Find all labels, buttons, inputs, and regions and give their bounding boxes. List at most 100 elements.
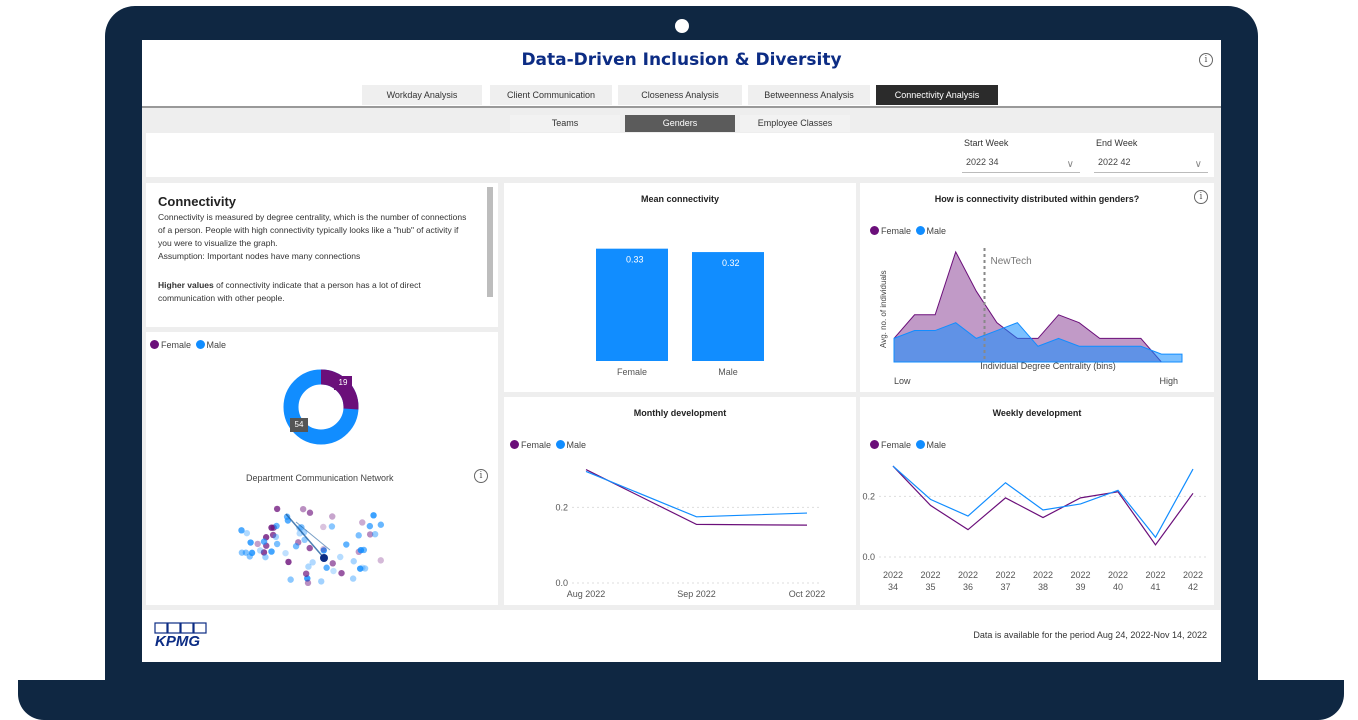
network-node: [247, 539, 254, 546]
subtab-employee-classes[interactable]: Employee Classes: [740, 115, 850, 132]
network-node: [262, 553, 269, 561]
x-tick-week: 41: [1150, 582, 1160, 592]
network-node: [238, 549, 246, 556]
x-axis-low-label: Low: [894, 376, 911, 386]
description-bold: Higher values: [158, 280, 214, 290]
y-axis-label: Avg. no. of individuals: [879, 270, 888, 348]
end-week-value: 2022 42: [1098, 157, 1131, 167]
network-node: [268, 524, 275, 531]
legend-female: Female: [881, 226, 912, 236]
chevron-down-icon: ∨: [1194, 159, 1202, 170]
network-node: [273, 505, 281, 513]
x-tick-year: 2022: [1108, 570, 1128, 580]
x-tick-label: Male: [718, 367, 738, 377]
x-tick-year: 2022: [883, 570, 903, 580]
network-node: [338, 569, 345, 577]
distribution-title: How is connectivity distributed within g…: [934, 194, 1140, 204]
line-series-male: [585, 470, 808, 518]
network-node: [272, 533, 280, 541]
legend-female: Female: [881, 440, 912, 450]
tab-workday-analysis[interactable]: Workday Analysis: [362, 85, 482, 105]
kpmg-wordmark: KPMG: [155, 633, 200, 648]
x-tick-year: 2022: [958, 570, 978, 580]
weekly-development-panel: Weekly development Female Male 0.0 0.2 202…: [860, 397, 1214, 605]
start-week-label: Start Week: [964, 138, 1009, 148]
communication-network-graph[interactable]: [226, 492, 406, 592]
x-tick-week: 40: [1113, 582, 1123, 592]
tab-client-communication[interactable]: Client Communication: [490, 85, 612, 105]
tab-connectivity-analysis[interactable]: Connectivity Analysis: [876, 85, 998, 105]
description-line: of a person. People with high connectivi…: [158, 225, 459, 235]
mean-connectivity-chart: 0.33 Female 0.32 Male: [596, 248, 764, 377]
tab-betweenness-analysis[interactable]: Betweenness Analysis: [748, 85, 870, 105]
mean-connectivity-title: Mean connectivity: [640, 194, 720, 204]
x-tick-year: 2022: [1145, 570, 1165, 580]
legend-male: Male: [566, 440, 587, 450]
network-node: [370, 512, 377, 519]
bar-female: [596, 248, 668, 361]
x-tick-year: 2022: [1183, 570, 1203, 580]
network-node: [343, 541, 350, 548]
start-week-select[interactable]: 2022 34 ∨: [962, 151, 1080, 173]
subtab-teams[interactable]: Teams: [510, 115, 620, 132]
male-dot-icon: [195, 340, 205, 349]
line-series-male: [892, 465, 1194, 539]
legend-female: Female: [161, 340, 192, 350]
network-node: [328, 523, 336, 530]
network-node: [256, 547, 264, 554]
x-tick-week: 38: [1038, 582, 1048, 592]
network-node: [306, 509, 314, 516]
subtab-genders[interactable]: Genders: [625, 115, 735, 132]
distribution-area-chart: NewTech Avg. no. of individuals Individual…: [879, 248, 1183, 386]
network-node: [268, 548, 275, 555]
network-node: [355, 532, 362, 539]
description-line: communication with other people.: [158, 293, 285, 303]
x-axis-label: Individual Degree Centrality (bins): [980, 361, 1116, 371]
male-dot-icon: [915, 226, 925, 235]
info-icon[interactable]: i: [1194, 190, 1208, 204]
scrollbar[interactable]: [487, 187, 493, 297]
donut-label-female: 19: [334, 376, 352, 390]
network-edge: [285, 513, 325, 559]
network-node: [366, 522, 374, 530]
male-dot-icon: [555, 440, 565, 449]
weekly-line-chart: 0.0 0.2 2022 34 2022 35 2022 36 2022 37 2022 38 2022…: [862, 465, 1207, 592]
network-node: [377, 557, 384, 564]
monthly-development-panel: Monthly development Female Male 0.0 0.2 Au…: [504, 397, 856, 605]
y-tick-label: 0.0: [862, 552, 875, 562]
network-node: [299, 505, 307, 513]
description-line: Higher values of connectivity indicate t…: [158, 280, 421, 290]
y-tick-label: 0.2: [862, 491, 875, 501]
x-tick-label: Female: [617, 367, 647, 377]
filter-bar: Start Week 2022 34 ∨ End Week 2022 42 ∨: [146, 133, 1214, 177]
annotation-label: NewTech: [991, 256, 1032, 267]
network-node: [273, 540, 281, 548]
report-footer: KPMG Data is available for the period Au…: [142, 610, 1221, 662]
end-week-select[interactable]: 2022 42 ∨: [1094, 151, 1208, 173]
end-week-label: End Week: [1096, 138, 1138, 148]
network-node: [287, 576, 294, 583]
x-tick-year: 2022: [1033, 570, 1053, 580]
male-dot-icon: [915, 440, 925, 449]
x-tick-label: Oct 2022: [789, 589, 826, 599]
x-tick-label: Sep 2022: [677, 589, 716, 599]
network-node: [305, 563, 312, 570]
network-node: [349, 575, 357, 582]
tab-closeness-analysis[interactable]: Closeness Analysis: [618, 85, 742, 105]
start-week-value: 2022 34: [966, 157, 999, 167]
network-node: [377, 521, 385, 528]
distribution-legend: Female Male: [870, 226, 946, 236]
network-hub-node: [320, 554, 328, 562]
mean-connectivity-panel: Mean connectivity 0.33 Female 0.32 Male: [504, 183, 856, 392]
x-tick-week: 34: [888, 582, 898, 592]
monthly-legend: Female Male: [510, 440, 586, 450]
monthly-development-title: Monthly development: [633, 408, 727, 418]
info-icon[interactable]: i: [474, 469, 488, 483]
network-node: [329, 560, 336, 567]
network-node: [304, 579, 312, 587]
gender-donut-chart: [283, 369, 359, 445]
x-tick-year: 2022: [1070, 570, 1090, 580]
info-icon[interactable]: i: [1199, 53, 1213, 67]
chevron-down-icon: ∨: [1066, 159, 1074, 170]
network-node: [323, 564, 330, 571]
